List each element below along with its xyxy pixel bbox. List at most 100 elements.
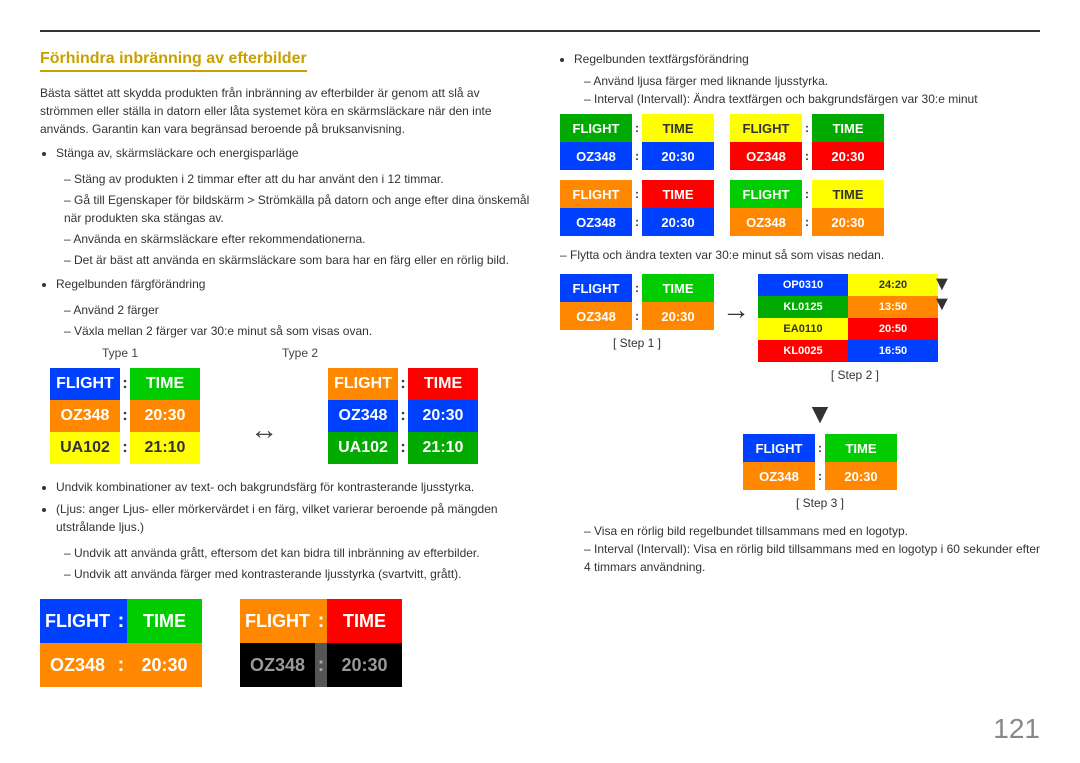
right-dash-item: Använd ljusa färger med liknande ljussty…: [584, 72, 1040, 90]
sm-flight-3: FLIGHT: [560, 180, 632, 208]
step3-oz: OZ348: [743, 462, 815, 490]
bullet-item: Stänga av, skärmsläckare och energisparl…: [56, 144, 530, 162]
t2-ua-cell: UA102: [328, 432, 398, 464]
bullet-item: (Ljus: anger Ljus- eller mörkervärdet i …: [56, 500, 530, 536]
big-board-2: FLIGHT : TIME OZ348 : 20:30: [240, 599, 410, 687]
t1-flight-cell: FLIGHT: [50, 368, 120, 400]
sm-colon-2: :: [632, 142, 642, 170]
main-content: Förhindra inbränning av efterbilder Bäst…: [40, 50, 1040, 743]
down-arrows: ▼ ▼: [932, 274, 952, 314]
bullet-item: Regelbunden färgförändring: [56, 275, 530, 293]
sm-t-3: 20:30: [642, 208, 714, 236]
sm-t-2: 20:30: [812, 142, 884, 170]
sm-colon-8: :: [802, 208, 812, 236]
s2-r2-left: KL0125: [758, 296, 848, 318]
sm-time-1: TIME: [642, 114, 714, 142]
right-column: Regelbunden textfärgsförändring Använd l…: [560, 50, 1040, 743]
step2-label: [ Step 2 ]: [831, 368, 879, 382]
bb2-flight-cell: FLIGHT: [240, 599, 315, 643]
s2-r1-right: 24:20: [848, 274, 938, 296]
s2-r1-left: OP0310: [758, 274, 848, 296]
sm-time-3: TIME: [642, 180, 714, 208]
step1-oz: OZ348: [560, 302, 632, 330]
sm-time-2: TIME: [812, 114, 884, 142]
bullet-list-3: Undvik kombinationer av text- och bakgru…: [56, 478, 530, 536]
step3-area: ▼ FLIGHT : TIME OZ348 : 20:30 [ Step 3 ]: [600, 398, 1040, 510]
right-dash-2: – Flytta och ändra texten var 30:e minut…: [560, 246, 1040, 264]
step3-t: 20:30: [825, 462, 897, 490]
bb1-2030-cell: 20:30: [127, 643, 202, 687]
right-sm-board-4: FLIGHT : TIME OZ348 : 20:30: [730, 180, 884, 236]
right-dash-3: Visa en rörlig bild regelbundet tillsamm…: [584, 522, 1040, 576]
sm-oz-4: OZ348: [730, 208, 802, 236]
t1-colon-2: :: [120, 400, 130, 432]
bb1-colon-2: :: [115, 643, 127, 687]
dash-item: Undvik att använda grått, eftersom det k…: [64, 544, 530, 562]
right-sm-board-2: FLIGHT : TIME OZ348 : 20:30: [730, 114, 884, 170]
sm-oz-1: OZ348: [560, 142, 632, 170]
bb1-time-cell: TIME: [127, 599, 202, 643]
sm-colon-5: :: [632, 180, 642, 208]
sm-flight-2: FLIGHT: [730, 114, 802, 142]
step-section: FLIGHT : TIME OZ348 : 20:30 [ Step 1 ] →: [560, 274, 1040, 382]
right-sm-board-1: FLIGHT : TIME OZ348 : 20:30: [560, 114, 714, 170]
type1-label: Type 1: [50, 346, 190, 360]
step3-down-arrow: ▼: [806, 398, 834, 430]
step3-flight: FLIGHT: [743, 434, 815, 462]
step2-block: OP0310 24:20 KL0125 13:50 EA0110 20:50: [758, 274, 952, 382]
dash-item: Använd 2 färger: [64, 301, 530, 319]
right-dash-item-2: Interval (Intervall): Visa en rörlig bil…: [584, 540, 1040, 576]
bb2-2030-cell: 20:30: [327, 643, 402, 687]
dash-item: Använda en skärmsläckare efter rekommend…: [64, 230, 530, 248]
sm-colon-1: :: [632, 114, 642, 142]
bullet-list-1: Stänga av, skärmsläckare och energisparl…: [56, 144, 530, 162]
bb2-colon-1: :: [315, 599, 327, 643]
bb1-oz-cell: OZ348: [40, 643, 115, 687]
s2-r2-right: 13:50: [848, 296, 938, 318]
t1-colon-1: :: [120, 368, 130, 400]
sm-flight-4: FLIGHT: [730, 180, 802, 208]
step1-to-step2-arrow: →: [714, 294, 758, 326]
type1-board: FLIGHT : TIME OZ348 : 20:30 UA102 : 21:1…: [50, 368, 200, 464]
step1-label: [ Step 1 ]: [613, 336, 661, 350]
sm-t-4: 20:30: [812, 208, 884, 236]
dash-list-3: Undvik att använda grått, eftersom det k…: [64, 544, 530, 583]
bullet-list-2: Regelbunden färgförändring: [56, 275, 530, 293]
sm-flight-1: FLIGHT: [560, 114, 632, 142]
t1-time-cell: TIME: [130, 368, 200, 400]
s2-r4-right: 16:50: [848, 340, 938, 362]
type2-label: Type 2: [230, 346, 370, 360]
t2-time-cell: TIME: [408, 368, 478, 400]
bb2-oz-cell: OZ348: [240, 643, 315, 687]
t2-colon-1: :: [398, 368, 408, 400]
dash-item: Gå till Egenskaper för bildskärm > Ström…: [64, 191, 530, 227]
bb2-colon-2: :: [315, 643, 327, 687]
right-boards-grid: FLIGHT : TIME OZ348 : 20:30 FLIGHT :: [560, 114, 1040, 170]
top-divider: [40, 30, 1040, 32]
t2-oz-cell: OZ348: [328, 400, 398, 432]
type2-board: FLIGHT : TIME OZ348 : 20:30 UA102 : 21:1…: [328, 368, 478, 464]
down-arr-1: ▼: [932, 274, 952, 294]
down-arr-2: ▼: [932, 294, 952, 314]
sm-t-1: 20:30: [642, 142, 714, 170]
step1-t: 20:30: [642, 302, 714, 330]
big-board-1: FLIGHT : TIME OZ348 : 20:30: [40, 599, 210, 687]
dash-item: Stäng av produkten i 2 timmar efter att …: [64, 170, 530, 188]
bb2-time-cell: TIME: [327, 599, 402, 643]
right-bullet-item: Regelbunden textfärgsförändring: [574, 50, 1040, 68]
t2-colon-2: :: [398, 400, 408, 432]
right-boards-grid-2: FLIGHT : TIME OZ348 : 20:30 FLIGHT :: [560, 180, 1040, 236]
t1-ua-cell: UA102: [50, 432, 120, 464]
step1-time: TIME: [642, 274, 714, 302]
step2-board: OP0310 24:20 KL0125 13:50 EA0110 20:50: [758, 274, 938, 362]
t1-colon-3: :: [120, 432, 130, 464]
sm-colon-7: :: [802, 180, 812, 208]
page-number: 121: [993, 713, 1040, 745]
sm-colon-6: :: [632, 208, 642, 236]
right-dash-item-1: Visa en rörlig bild regelbundet tillsamm…: [584, 522, 1040, 540]
left-column: Förhindra inbränning av efterbilder Bäst…: [40, 50, 530, 743]
sm-colon-3: :: [802, 114, 812, 142]
page: Förhindra inbränning av efterbilder Bäst…: [0, 0, 1080, 763]
step3-label: [ Step 3 ]: [796, 496, 844, 510]
dash-list-2: Använd 2 färger Växla mellan 2 färger va…: [64, 301, 530, 340]
